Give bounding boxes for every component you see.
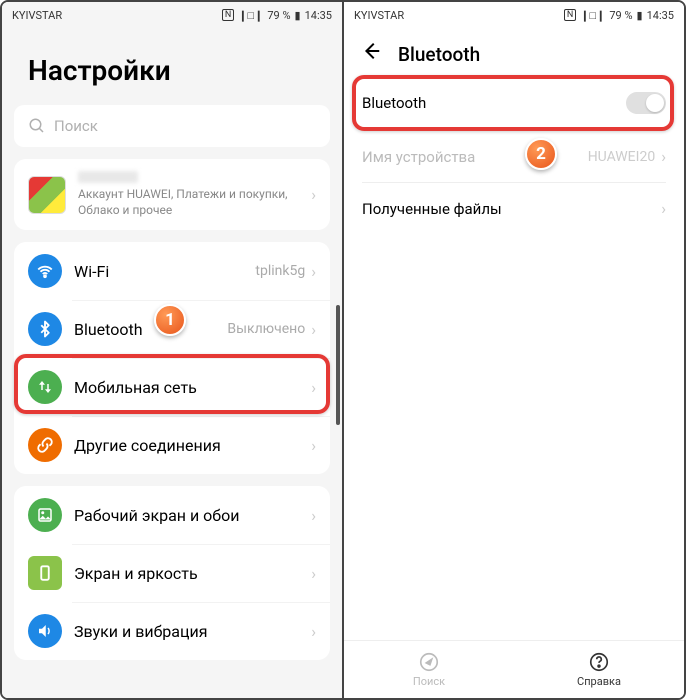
bluetooth-row[interactable]: Bluetooth Выключено › <box>14 300 330 358</box>
account-subtitle: Аккаунт HUAWEI, Платежи и покупки, Облак… <box>78 187 311 218</box>
vibrate-icon: ❙□❙ <box>238 9 263 22</box>
status-bar: KYIVSTAR N ❙□❙ 79 % ▮ 14:35 <box>344 2 684 28</box>
bluetooth-toggle-label: Bluetooth <box>362 94 626 112</box>
bluetooth-toggle[interactable] <box>626 92 666 114</box>
received-files-row[interactable]: Полученные файлы › <box>344 183 684 234</box>
device-name-value: HUAWEI20 <box>588 149 656 165</box>
wallpaper-icon <box>28 498 62 532</box>
scrollbar-thumb[interactable] <box>336 305 340 425</box>
account-name-blurred <box>78 171 138 183</box>
mobile-data-icon <box>28 370 62 404</box>
brightness-label: Экран и яркость <box>74 564 311 583</box>
carrier-label: KYIVSTAR <box>12 9 62 22</box>
sound-row[interactable]: Звуки и вибрация › <box>14 602 330 660</box>
nav-help[interactable]: Справка <box>514 641 684 698</box>
chevron-right-icon: › <box>311 436 316 455</box>
home-wallpaper-label: Рабочий экран и обои <box>74 506 311 525</box>
help-icon <box>588 651 610 673</box>
wifi-row[interactable]: Wi-Fi tplink5g › <box>14 242 330 300</box>
bluetooth-label: Bluetooth <box>74 320 227 339</box>
search-icon <box>28 117 46 135</box>
home-wallpaper-row[interactable]: Рабочий экран и обои › <box>14 486 330 544</box>
chevron-right-icon: › <box>311 622 316 641</box>
nfc-icon: N <box>564 9 576 21</box>
bluetooth-icon <box>28 312 62 346</box>
other-connections-row[interactable]: Другие соединения › <box>14 416 330 474</box>
chevron-right-icon: › <box>661 147 666 166</box>
battery-icon: ▮ <box>637 9 643 22</box>
battery-icon: ▮ <box>295 9 301 22</box>
link-icon <box>28 428 62 462</box>
clock: 14:35 <box>647 9 674 22</box>
account-row[interactable]: Аккаунт HUAWEI, Платежи и покупки, Облак… <box>14 159 330 230</box>
status-bar: KYIVSTAR N ❙□❙ 79 % ▮ 14:35 <box>2 2 342 28</box>
nav-search[interactable]: Поиск <box>344 641 514 698</box>
search-input[interactable]: Поиск <box>14 105 330 147</box>
brightness-icon <box>28 556 62 590</box>
mobile-label: Мобильная сеть <box>74 378 311 397</box>
sound-label: Звуки и вибрация <box>74 622 311 641</box>
bluetooth-toggle-row[interactable]: Bluetooth <box>344 76 684 130</box>
battery-pct: 79 % <box>267 9 290 22</box>
bottom-nav: Поиск Справка <box>344 640 684 698</box>
clock: 14:35 <box>305 9 332 22</box>
page-title: Bluetooth <box>398 43 480 66</box>
device-name-row[interactable]: Имя устройства HUAWEI20 › <box>344 131 684 182</box>
bluetooth-value: Выключено <box>227 321 305 337</box>
battery-pct: 79 % <box>609 9 632 22</box>
back-arrow-icon <box>360 40 382 62</box>
chevron-right-icon: › <box>311 185 316 204</box>
wifi-icon <box>28 254 62 288</box>
page-title: Настройки <box>2 28 342 105</box>
vibrate-icon: ❙□❙ <box>580 9 605 22</box>
nfc-icon: N <box>222 9 234 21</box>
carrier-label: KYIVSTAR <box>354 9 404 22</box>
chevron-right-icon: › <box>311 262 316 281</box>
chevron-right-icon: › <box>661 199 666 218</box>
search-placeholder: Поиск <box>54 117 98 135</box>
avatar <box>28 176 66 214</box>
brightness-row[interactable]: Экран и яркость › <box>14 544 330 602</box>
other-connections-label: Другие соединения <box>74 436 311 455</box>
sound-icon <box>28 614 62 648</box>
chevron-right-icon: › <box>311 564 316 583</box>
device-name-label: Имя устройства <box>362 148 588 166</box>
mobile-row[interactable]: Мобильная сеть › <box>14 358 330 416</box>
chevron-right-icon: › <box>311 506 316 525</box>
chevron-right-icon: › <box>311 378 316 397</box>
back-button[interactable] <box>360 40 382 68</box>
received-files-label: Полученные файлы <box>362 200 661 218</box>
wifi-value: tplink5g <box>255 263 305 279</box>
wifi-label: Wi-Fi <box>74 262 255 281</box>
chevron-right-icon: › <box>311 320 316 339</box>
compass-icon <box>418 651 440 673</box>
